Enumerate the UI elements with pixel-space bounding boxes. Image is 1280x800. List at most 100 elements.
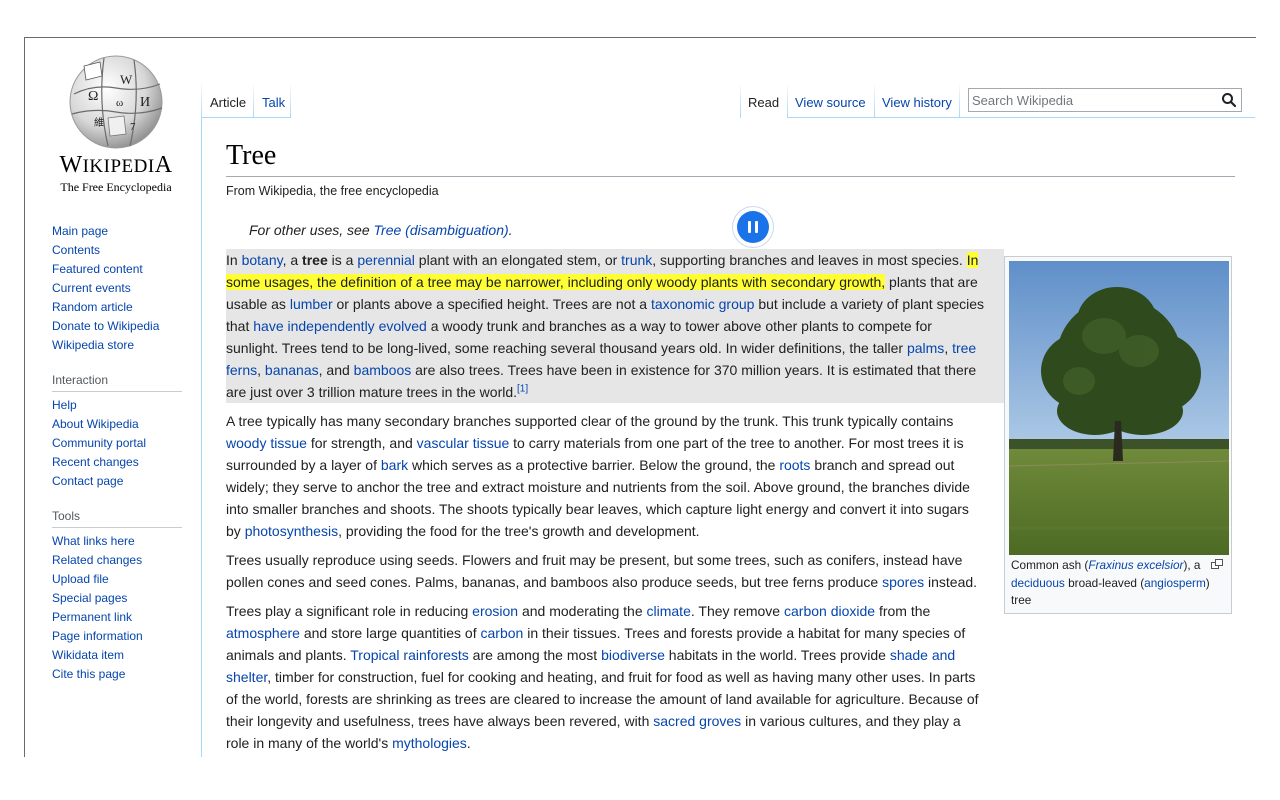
text: for strength, and <box>306 435 417 451</box>
link-carbon[interactable]: carbon <box>481 625 524 641</box>
sidebar-item-permanent-link[interactable]: Permanent link <box>52 610 132 624</box>
link-independently-evolved[interactable]: have independently evolved <box>253 318 427 334</box>
tagline: The Free Encyclopedia <box>60 180 172 194</box>
link-deciduous[interactable]: deciduous <box>1011 576 1065 590</box>
text: and moderating the <box>518 603 647 619</box>
tools-heading: Tools <box>52 509 182 528</box>
sidebar-item-page-information[interactable]: Page information <box>52 629 143 643</box>
tab-article[interactable]: Article <box>202 80 252 118</box>
tab-read[interactable]: Read <box>741 80 787 118</box>
link-carbon-dioxide[interactable]: carbon dioxide <box>784 603 875 619</box>
text: Common ash ( <box>1011 558 1089 572</box>
sidebar-item-special-pages[interactable]: Special pages <box>52 591 127 605</box>
svg-text:И: И <box>140 95 150 110</box>
link-climate[interactable]: climate <box>647 603 691 619</box>
tab-read-label: Read <box>748 95 780 110</box>
sidebar-item-what-links-here[interactable]: What links here <box>52 534 135 548</box>
tab-article-label: Article <box>210 95 247 110</box>
sidebar-item-help[interactable]: Help <box>52 398 77 412</box>
sidebar-item-current-events[interactable]: Current events <box>52 281 131 295</box>
link-spores[interactable]: spores <box>882 574 924 590</box>
link-sacred-groves[interactable]: sacred groves <box>653 713 741 729</box>
link-angiosperm[interactable]: angiosperm <box>1144 576 1206 590</box>
link-palms[interactable]: palms <box>907 340 944 356</box>
sidebar-item-related-changes[interactable]: Related changes <box>52 553 142 567</box>
sidebar-item-about[interactable]: About Wikipedia <box>52 417 139 431</box>
link-bamboos[interactable]: bamboos <box>354 362 412 378</box>
text: , a <box>282 252 303 268</box>
read-aloud-pause-button[interactable] <box>733 207 773 247</box>
link-woody-tissue[interactable]: woody tissue <box>226 435 307 451</box>
svg-text:7: 7 <box>130 121 136 133</box>
link-trunk[interactable]: trunk <box>621 252 652 268</box>
content-left-border <box>201 80 202 757</box>
tree-photo[interactable] <box>1009 261 1229 555</box>
link-taxonomic-group[interactable]: taxonomic group <box>651 296 755 312</box>
link-tropical-rainforests[interactable]: Tropical rainforests <box>350 647 469 663</box>
site-subtitle: From Wikipedia, the free encyclopedia <box>226 184 439 198</box>
wordmark: WIKIPEDIA <box>48 152 184 180</box>
interaction-list: Help About Wikipedia Community portal Re… <box>52 396 184 491</box>
sidebar-item-community-portal[interactable]: Community portal <box>52 436 146 450</box>
link-photosynthesis[interactable]: photosynthesis <box>245 523 338 539</box>
search-box <box>968 88 1242 112</box>
link-atmosphere[interactable]: atmosphere <box>226 625 300 641</box>
window-left-border <box>24 37 25 757</box>
text: ), a <box>1183 558 1201 572</box>
link-lumber[interactable]: lumber <box>290 296 333 312</box>
globe-icon: Ω W И ω 維 7 <box>69 55 163 149</box>
sidebar-item-featured-content[interactable]: Featured content <box>52 262 143 276</box>
reference-link[interactable]: [1] <box>517 383 528 394</box>
sidebar-item-contact[interactable]: Contact page <box>52 474 123 488</box>
sidebar: Main page Contents Featured content Curr… <box>52 222 184 684</box>
search-icon[interactable] <box>1221 92 1237 108</box>
link-biodiverse[interactable]: biodiverse <box>601 647 665 663</box>
sidebar-item-recent-changes[interactable]: Recent changes <box>52 455 139 469</box>
search-input[interactable] <box>972 92 1212 108</box>
sidebar-item-random-article[interactable]: Random article <box>52 300 133 314</box>
link-botany[interactable]: botany <box>242 252 283 268</box>
text: , supporting branches and leaves in most… <box>652 252 967 268</box>
tab-talk[interactable]: Talk <box>254 80 290 118</box>
text: is a <box>327 252 358 268</box>
text: or plants above a specified height. Tree… <box>332 296 651 312</box>
hatnote-disambiguation-link[interactable]: Tree (disambiguation) <box>374 222 509 238</box>
pause-icon <box>737 211 769 243</box>
wikipedia-logo[interactable]: Ω W И ω 維 7 WIKIPEDIA The Free Encyclope… <box>48 54 184 194</box>
link-perennial[interactable]: perennial <box>357 252 415 268</box>
text: Trees usually reproduce using seeds. Flo… <box>226 552 963 590</box>
sidebar-item-wikidata-item[interactable]: Wikidata item <box>52 648 124 662</box>
hatnote-period: . <box>508 222 513 238</box>
pause-bar <box>755 221 758 233</box>
text: A tree typically has many secondary bran… <box>226 413 954 429</box>
link-bark[interactable]: bark <box>381 457 408 473</box>
tab-view-history-label: View history <box>882 95 952 110</box>
hatnote-text: For other uses, see <box>249 222 374 238</box>
sidebar-item-contents[interactable]: Contents <box>52 243 100 257</box>
paragraph-3: Trees usually reproduce using seeds. Flo… <box>226 549 984 593</box>
link-erosion[interactable]: erosion <box>472 603 518 619</box>
text: . <box>466 735 471 751</box>
text: which serves as a protective barrier. Be… <box>408 457 780 473</box>
text: are among the most <box>468 647 602 663</box>
text: broad-leaved ( <box>1064 575 1145 590</box>
paragraph-4: Trees play a significant role in reducin… <box>226 600 984 754</box>
link-mythologies[interactable]: mythologies <box>392 735 467 751</box>
tools-list: What links here Related changes Upload f… <box>52 532 184 684</box>
link-roots[interactable]: roots <box>779 457 810 473</box>
sidebar-item-cite-this-page[interactable]: Cite this page <box>52 667 125 681</box>
text: . They remove <box>690 603 784 619</box>
link-fraxinus-excelsior[interactable]: Fraxinus excelsior <box>1088 558 1183 572</box>
link-bananas[interactable]: bananas <box>265 362 319 378</box>
text: and store large quantities of <box>299 625 481 641</box>
sidebar-item-donate[interactable]: Donate to Wikipedia <box>52 319 159 333</box>
sidebar-item-store[interactable]: Wikipedia store <box>52 338 134 352</box>
sidebar-item-upload-file[interactable]: Upload file <box>52 572 109 586</box>
interaction-heading: Interaction <box>52 373 182 392</box>
link-vascular-tissue[interactable]: vascular tissue <box>417 435 510 451</box>
sidebar-item-main-page[interactable]: Main page <box>52 224 108 238</box>
tab-view-source[interactable]: View source <box>788 80 874 118</box>
pause-bar <box>748 221 751 233</box>
svg-text:W: W <box>120 72 133 87</box>
tab-view-history[interactable]: View history <box>875 80 959 118</box>
